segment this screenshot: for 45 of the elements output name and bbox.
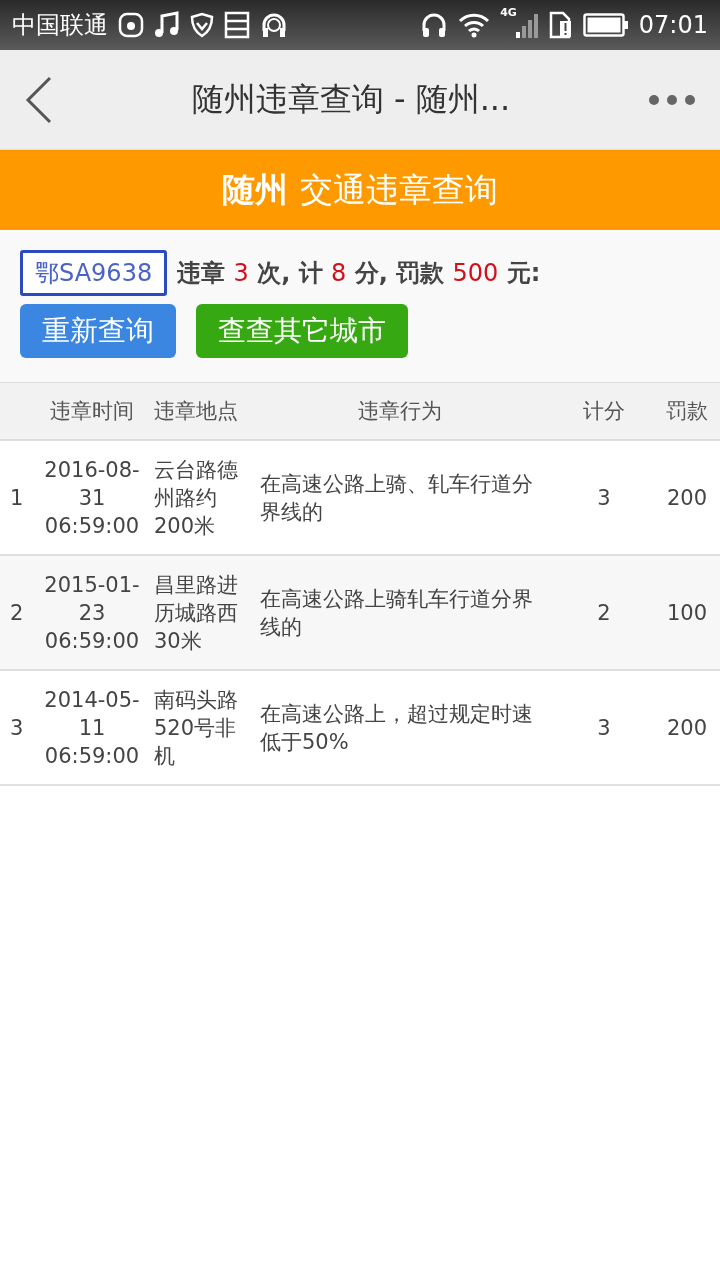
- column-header: 计分: [582, 398, 626, 425]
- table-cell-text: 云台路德州路约200米: [153, 456, 239, 540]
- column-header: 罚款: [665, 398, 709, 425]
- page-title: 随州违章查询 - 随州...: [190, 78, 512, 120]
- column-header: 违章地点: [153, 398, 239, 425]
- more-icon[interactable]: [648, 93, 696, 106]
- table-cell-text: 100: [665, 600, 709, 625]
- table-cell-text: 在高速公路上骑、轧车行道分界线的: [259, 470, 534, 526]
- headphones-icon: [420, 11, 449, 39]
- table-cell-text: 南码头路520号非机: [153, 686, 239, 770]
- shield-icon: [190, 12, 214, 38]
- table-cell-text: 昌里路进历城路西30米: [153, 571, 239, 655]
- table-cell-text: 在高速公路上骑轧车行道分界线的: [259, 585, 534, 641]
- back-icon[interactable]: [24, 75, 54, 124]
- network-type: 4G: [500, 6, 517, 19]
- table-cell-text: 200: [665, 485, 709, 510]
- banner-city: 随州: [222, 168, 288, 211]
- sim-alert-icon: [548, 11, 573, 39]
- table-cell-text: 200: [665, 715, 709, 740]
- table-cell-text: 3: [596, 715, 612, 740]
- column-header: 违章行为: [357, 398, 443, 425]
- storage-icon: [224, 11, 250, 39]
- signal-icon: [514, 11, 539, 39]
- table-cell-text: 2015-01-23 06:59:00: [43, 571, 141, 655]
- table-cell-text: 2: [596, 600, 612, 625]
- plate-number: 鄂SA9638: [20, 250, 168, 296]
- row-number: 2: [9, 600, 25, 625]
- row-number: 1: [9, 485, 25, 510]
- column-header: 违章时间: [49, 398, 135, 425]
- headset-badge-icon: [260, 11, 288, 39]
- requery-button[interactable]: 重新查询: [20, 304, 176, 358]
- table-cell-text: 2016-08-31 06:59:00: [43, 456, 141, 540]
- other-city-button[interactable]: 查查其它城市: [196, 304, 408, 358]
- banner-title: 交通违章查询: [300, 168, 498, 211]
- music-icon: [154, 11, 180, 39]
- notification-icon: [118, 12, 144, 38]
- table-cell-text: 2014-05-11 06:59:00: [43, 686, 141, 770]
- battery-icon: [582, 13, 629, 37]
- wifi-icon: [458, 12, 491, 38]
- clock-time: 07:01: [638, 11, 708, 39]
- row-number: 3: [9, 715, 25, 740]
- table-cell-text: 3: [596, 485, 612, 510]
- violation-summary: 违章 3 次, 计 8 分, 罚款 500 元:: [177, 258, 541, 289]
- table-cell-text: 在高速公路上，超过规定时速低于50%: [259, 700, 534, 756]
- carrier-name: 中国联通: [12, 10, 108, 41]
